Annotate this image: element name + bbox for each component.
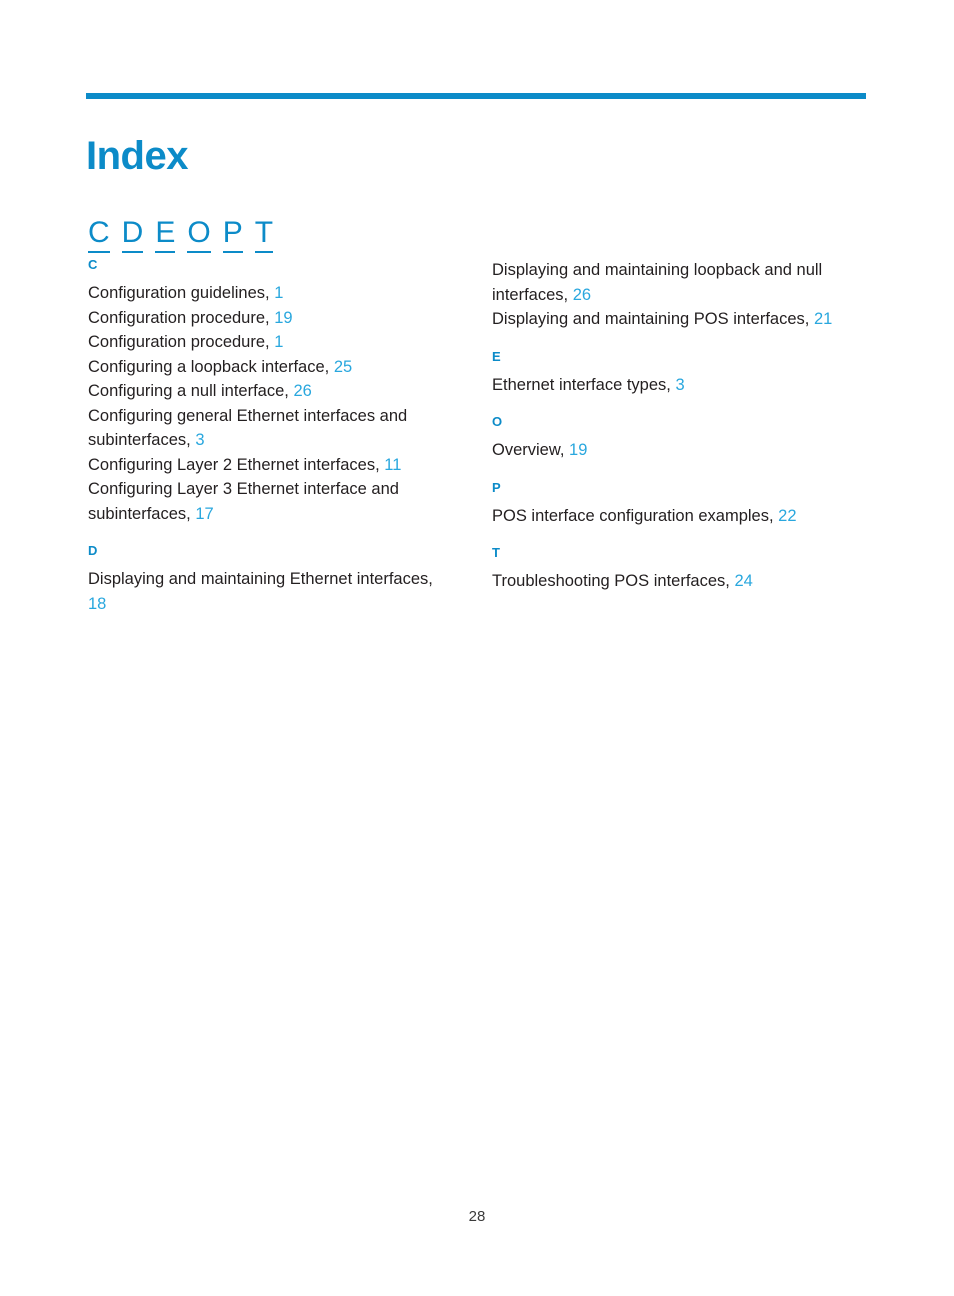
index-section-t: T Troubleshooting POS interfaces, 24 [492, 546, 842, 594]
index-entry: Configuration procedure, 1 [88, 330, 438, 355]
index-entry: Configuring a null interface, 26 [88, 379, 438, 404]
section-letter-heading: E [492, 348, 501, 364]
index-entry-text: Configuring Layer 3 Ethernet interface a… [88, 480, 399, 523]
index-entry-page-link[interactable]: 19 [274, 309, 292, 327]
section-letter-heading: O [492, 414, 503, 429]
index-entry: Overview, 19 [492, 438, 842, 463]
section-letter-heading: C [88, 257, 98, 272]
index-entry: Configuring Layer 3 Ethernet interface a… [88, 477, 438, 526]
index-section-d: D Displaying and maintaining Ethernet int… [88, 544, 438, 616]
index-entry-text: Displaying and maintaining loopback and … [492, 261, 823, 304]
index-entry: Displaying and maintaining POS interface… [492, 307, 842, 332]
section-letter-heading: P [492, 479, 501, 495]
section-letter-heading: T [492, 545, 501, 560]
index-entry-text: Overview, [492, 441, 565, 459]
index-entry-text: Configuration guidelines, [88, 284, 270, 302]
index-entry-page-link[interactable]: 25 [334, 358, 352, 376]
index-entry-page-link[interactable]: 3 [195, 431, 204, 449]
index-entry-page-link[interactable]: 19 [569, 441, 587, 459]
letter-nav-link-d[interactable]: D [121, 218, 144, 253]
index-entry: POS interface configuration examples, 22 [492, 504, 842, 529]
letter-navigation: CDEOPT [88, 218, 274, 253]
index-entry-page-link[interactable]: 11 [384, 456, 401, 474]
index-column-left: C Configuration guidelines, 1 Configuratio… [88, 258, 438, 616]
index-entry-page-link[interactable]: 26 [573, 286, 591, 304]
index-entry-text: POS interface configuration examples, [492, 506, 774, 525]
index-entry-text: Troubleshooting POS interfaces, [492, 572, 730, 590]
index-entry: Configuration procedure, 19 [88, 306, 438, 331]
index-entry: Configuring Layer 2 Ethernet interfaces,… [88, 453, 438, 478]
section-letter-heading: D [88, 543, 98, 558]
index-entry-text: Configuring a null interface, [88, 382, 289, 400]
index-entry-page-link[interactable]: 24 [734, 572, 752, 590]
index-section-p: P POS interface configuration examples, 2… [492, 481, 842, 529]
index-entry: Configuring general Ethernet interfaces … [88, 404, 438, 453]
index-entry-page-link[interactable]: 17 [195, 505, 213, 523]
index-section-c: C Configuration guidelines, 1 Configuratio… [88, 258, 438, 526]
index-entry: Configuration guidelines, 1 [88, 281, 438, 306]
index-section-o: O Overview, 19 [492, 415, 842, 463]
index-entry: Configuring a loopback interface, 25 [88, 355, 438, 380]
letter-nav-link-o[interactable]: O [187, 218, 211, 253]
index-page: Index CDEOPT C Configuration guidelines, … [0, 0, 954, 1296]
index-entry: Ethernet interface types, 3 [492, 373, 842, 398]
index-entry: Displaying and maintaining Ethernet inte… [88, 567, 438, 616]
index-entry-page-link[interactable]: 21 [814, 310, 832, 328]
index-entry-page-link[interactable]: 1 [274, 333, 283, 351]
index-entry-text: Configuring Layer 2 Ethernet interfaces, [88, 455, 380, 474]
index-entry-text: Configuring a loopback interface, [88, 357, 330, 376]
index-section-e: E Ethernet interface types, 3 [492, 350, 842, 398]
index-entry-page-link[interactable]: 3 [675, 376, 684, 394]
index-column-right: Displaying and maintaining loopback and … [492, 258, 842, 594]
index-entry-text: Configuration procedure, [88, 333, 270, 351]
header-rule [86, 93, 866, 99]
letter-nav-link-p[interactable]: P [222, 218, 243, 253]
index-entry-page-link[interactable]: 26 [293, 382, 311, 400]
letter-nav-link-t[interactable]: T [254, 218, 274, 253]
index-entry: Troubleshooting POS interfaces, 24 [492, 569, 842, 594]
index-entry-text: Configuring general Ethernet interfaces … [88, 406, 408, 450]
index-entry-text: Displaying and maintaining Ethernet inte… [88, 570, 433, 588]
index-section-continued: Displaying and maintaining loopback and … [492, 258, 842, 332]
letter-nav-link-e[interactable]: E [155, 218, 176, 253]
index-entry-text: Displaying and maintaining POS interface… [492, 310, 810, 328]
page-title: Index [86, 133, 188, 178]
index-entry-page-link[interactable]: 1 [274, 284, 283, 302]
index-entry-page-link[interactable]: 18 [88, 595, 106, 613]
page-number: 28 [468, 1208, 486, 1225]
index-entry-text: Configuration procedure, [88, 308, 270, 327]
index-entry-page-link[interactable]: 22 [778, 507, 796, 525]
index-entry-text: Ethernet interface types, [492, 375, 671, 394]
index-entry: Displaying and maintaining loopback and … [492, 258, 842, 307]
letter-nav-link-c[interactable]: C [88, 218, 110, 253]
